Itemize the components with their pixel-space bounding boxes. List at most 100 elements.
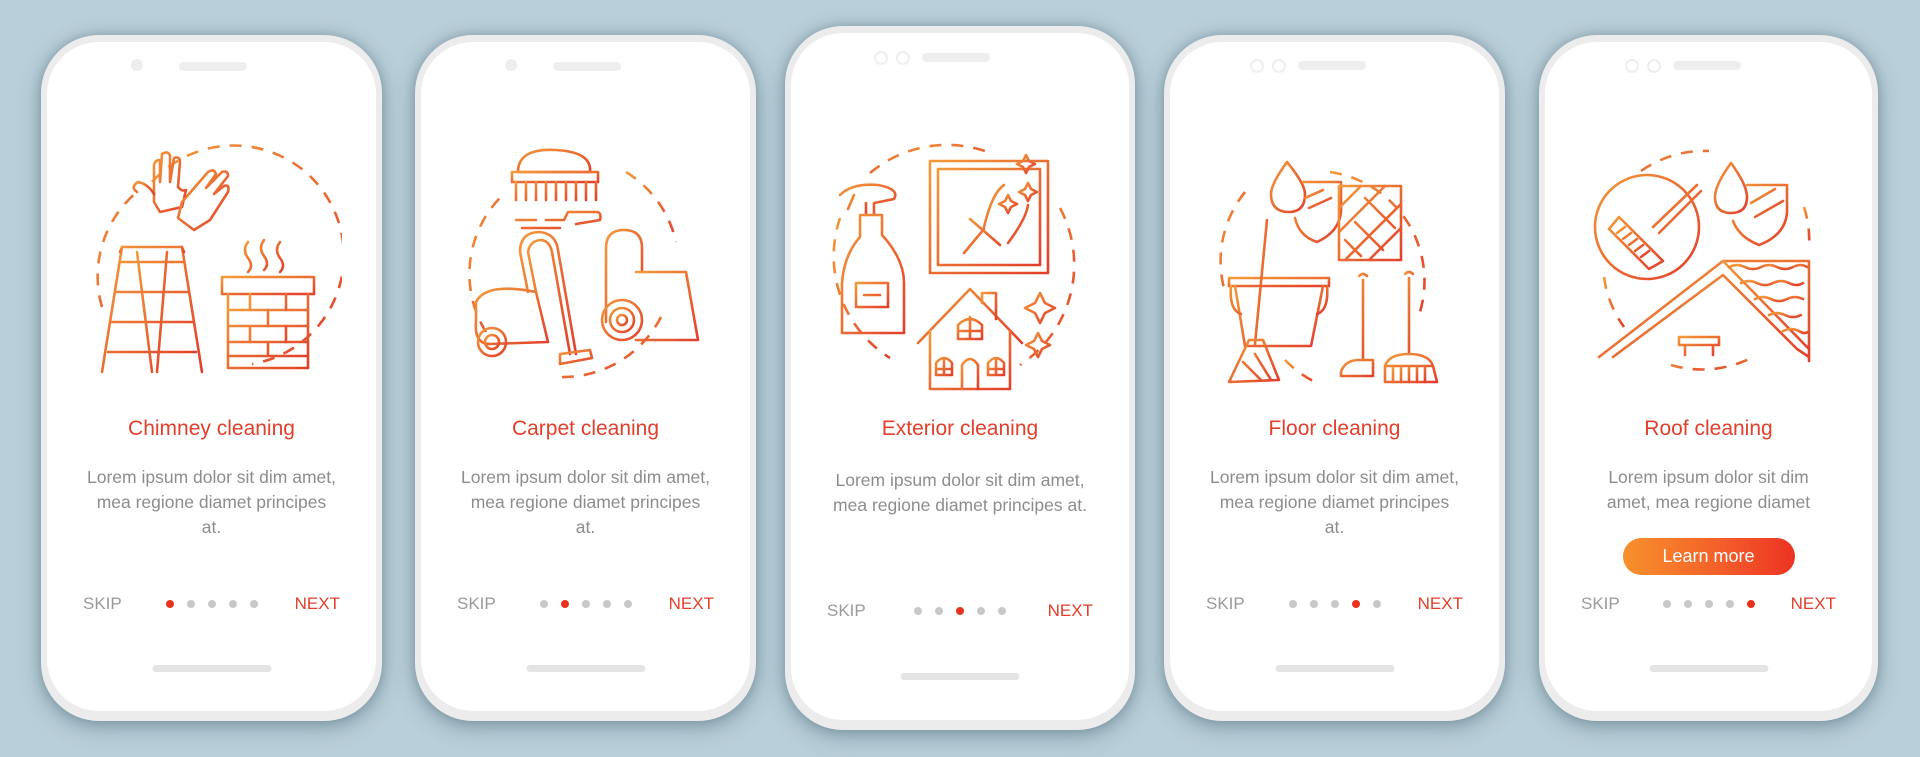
spray-bottle-icon [838,183,906,335]
page-dot-2[interactable] [1309,600,1318,608]
onboarding-footer: SKIP NEXT [1170,592,1499,616]
page-dot-3[interactable] [207,600,216,608]
page-dot-1[interactable] [1662,600,1671,608]
pagination-dots [165,600,258,608]
screen-title: Exterior cleaning [881,417,1039,440]
front-camera [874,51,888,65]
front-sensor [1272,59,1286,73]
screen-title: Floor cleaning [1268,417,1401,440]
page-dot-5[interactable] [1746,600,1755,608]
screen-description: Lorem ipsum dolor sit dim amet, mea regi… [461,467,710,537]
page-dot-4[interactable] [1351,600,1360,608]
water-drop-shield-icon [1713,161,1788,247]
next-button[interactable]: NEXT [295,592,340,616]
page-dot-1[interactable] [539,600,548,608]
screen-description: Lorem ipsum dolor sit dim amet, mea regi… [87,467,336,537]
page-dot-1[interactable] [1288,600,1297,608]
broom-circle-icon [1593,173,1702,281]
phone-screen-1: Chimney cleaning Lorem ipsum dolor sit d… [41,35,382,721]
phone-screen-3: Exterior cleaning Lorem ipsum dolor sit … [785,26,1135,730]
screen-content: Floor cleaning Lorem ipsum dolor sit dim… [1170,42,1499,711]
front-camera [505,59,517,71]
gloves-icon [131,151,230,232]
phone-screen-4: Floor cleaning Lorem ipsum dolor sit dim… [1164,35,1505,721]
screen-content: Roof cleaning Lorem ipsum dolor sit dim … [1545,42,1872,711]
page-dot-3[interactable] [1330,600,1339,608]
roof-cleaning-illustration [1593,149,1810,371]
pagination-dots [1662,600,1755,608]
page-dot-4[interactable] [228,600,237,608]
page-dot-1[interactable] [165,600,174,608]
front-camera [1625,59,1639,73]
page-dot-2[interactable] [560,600,569,608]
next-button[interactable]: NEXT [1418,592,1463,616]
skip-button[interactable]: SKIP [1581,592,1620,616]
page-dot-4[interactable] [977,607,985,615]
home-indicator[interactable] [526,665,645,672]
front-sensor [1647,59,1661,73]
skip-button[interactable]: SKIP [827,599,866,623]
chimney-cleaning-illustration [95,144,342,374]
screen-title: Roof cleaning [1644,417,1773,440]
screen-description: Lorem ipsum dolor sit dim amet, mea regi… [1210,467,1459,537]
floor-cleaning-illustration [1218,160,1438,384]
page-dot-4[interactable] [602,600,611,608]
page-dot-5[interactable] [249,600,258,608]
page-dot-1[interactable] [914,607,922,615]
page-dot-2[interactable] [186,600,195,608]
speaker-grille [553,62,621,71]
next-button[interactable]: NEXT [1048,599,1093,623]
pagination-dots [914,607,1006,615]
page-dot-5[interactable] [1372,600,1381,608]
pagination-dots [1288,600,1381,608]
page-dot-2[interactable] [1683,600,1692,608]
page-dot-3[interactable] [1704,600,1713,608]
pagination-dots [539,600,632,608]
screen-description: Lorem ipsum dolor sit dim amet, mea regi… [1606,467,1811,512]
page-dot-3[interactable] [956,607,964,615]
speaker-grille [179,62,247,71]
screen-content: Exterior cleaning Lorem ipsum dolor sit … [791,33,1129,720]
page-dot-2[interactable] [935,607,943,615]
skip-button[interactable]: SKIP [1206,592,1245,616]
page-dot-5[interactable] [623,600,632,608]
screen-title: Carpet cleaning [511,417,660,440]
home-indicator[interactable] [152,665,271,672]
window-squeegee-icon [928,153,1050,275]
vacuum-cleaner-icon [473,230,593,366]
screen-content: Carpet cleaning Lorem ipsum dolor sit di… [421,42,750,711]
home-indicator[interactable] [1275,665,1394,672]
screen-content: Chimney cleaning Lorem ipsum dolor sit d… [47,42,376,711]
next-button[interactable]: NEXT [669,592,714,616]
bucket-mop-icon [1227,218,1330,384]
phone-screen-5: Roof cleaning Lorem ipsum dolor sit dim … [1539,35,1878,721]
speaker-grille [1673,61,1741,70]
home-indicator[interactable] [900,673,1020,680]
next-button[interactable]: NEXT [1791,592,1836,616]
page-dot-5[interactable] [998,607,1006,615]
skip-button[interactable]: SKIP [83,592,122,616]
screen-title: Chimney cleaning [128,417,295,440]
front-sensor [896,51,910,65]
learn-more-button[interactable]: Learn more [1622,538,1795,575]
skip-button[interactable]: SKIP [457,592,496,616]
onboarding-footer: SKIP NEXT [47,592,376,616]
page-dot-3[interactable] [581,600,590,608]
onboarding-footer: SKIP NEXT [791,599,1129,623]
chimney-icon [220,238,315,370]
ladder-icon [100,245,203,374]
exterior-cleaning-illustration [832,143,1076,391]
water-drop-shield-icon [1269,160,1342,244]
phone-screen-2: Carpet cleaning Lorem ipsum dolor sit di… [415,35,756,721]
house-icon [916,287,1057,391]
broom-dustpan-icon [1339,270,1438,384]
parquet-tile-icon [1337,184,1402,262]
front-camera [1250,59,1264,73]
speaker-grille [1298,61,1366,70]
scrub-brush-icon [510,148,602,230]
page-dot-4[interactable] [1725,600,1734,608]
front-camera [131,59,143,71]
onboarding-footer: SKIP NEXT [421,592,750,616]
screen-description: Lorem ipsum dolor sit dim amet, mea regi… [833,470,1087,515]
home-indicator[interactable] [1649,665,1768,672]
